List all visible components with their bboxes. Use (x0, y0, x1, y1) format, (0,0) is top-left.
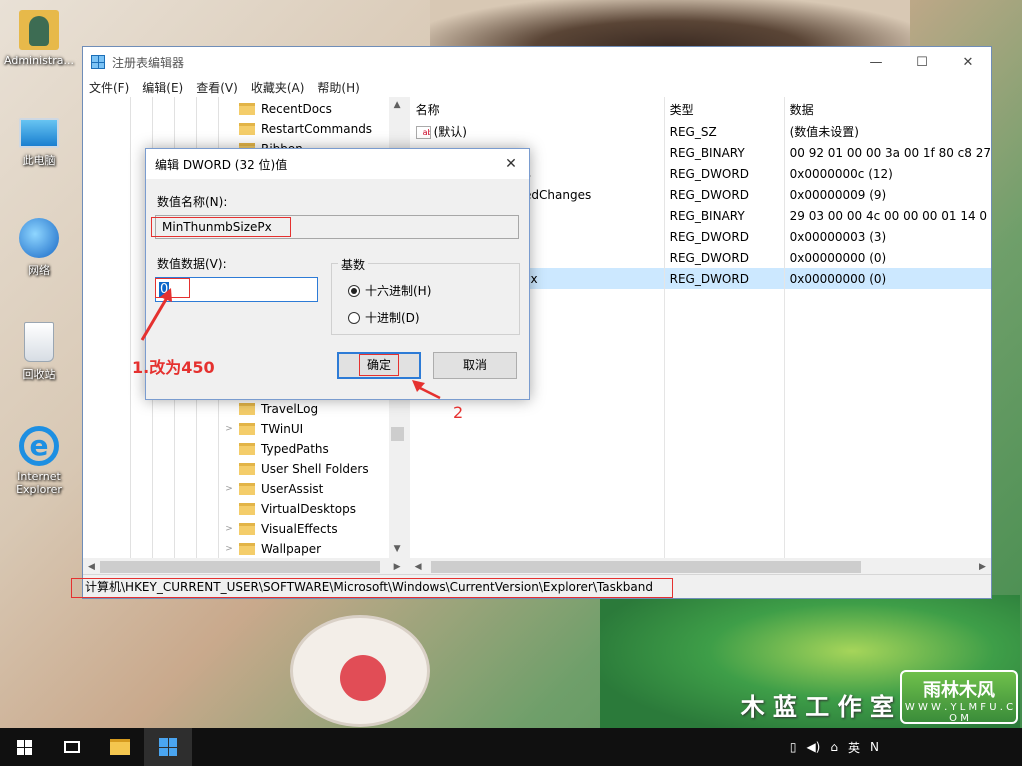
system-tray: ▯ ◀) ⌂ 英 N (785, 728, 1022, 766)
file-explorer-button[interactable] (96, 728, 144, 766)
regedit-taskbar-button[interactable] (144, 728, 192, 766)
task-view-button[interactable] (48, 728, 96, 766)
watermark-logo: 雨林木风 W W W . Y L M F U . C O M (900, 670, 1018, 724)
watermark-url: W W W . Y L M F U . C O M (904, 702, 1014, 724)
start-button[interactable] (0, 728, 48, 766)
watermark-title: 雨林木风 (923, 680, 995, 701)
folder-icon (110, 739, 130, 755)
windows-logo-icon (16, 739, 32, 755)
annotation-step1: 1.改为450 (132, 358, 215, 377)
battery-icon[interactable]: ▯ (790, 740, 797, 754)
watermark-studio-text: 木 蓝 工 作 室 (740, 693, 894, 721)
annotation-arrows (140, 288, 441, 400)
taskbar: ▯ ◀) ⌂ 英 N (0, 728, 1022, 766)
ime-indicator[interactable]: 英 (848, 739, 860, 756)
registry-app-icon (159, 738, 177, 756)
task-view-icon (64, 741, 80, 753)
annotation-step2: 2 (453, 403, 464, 422)
tray-extra[interactable]: N (870, 740, 879, 754)
network-status-icon[interactable]: ⌂ (830, 740, 838, 754)
volume-icon[interactable]: ◀) (806, 740, 820, 754)
